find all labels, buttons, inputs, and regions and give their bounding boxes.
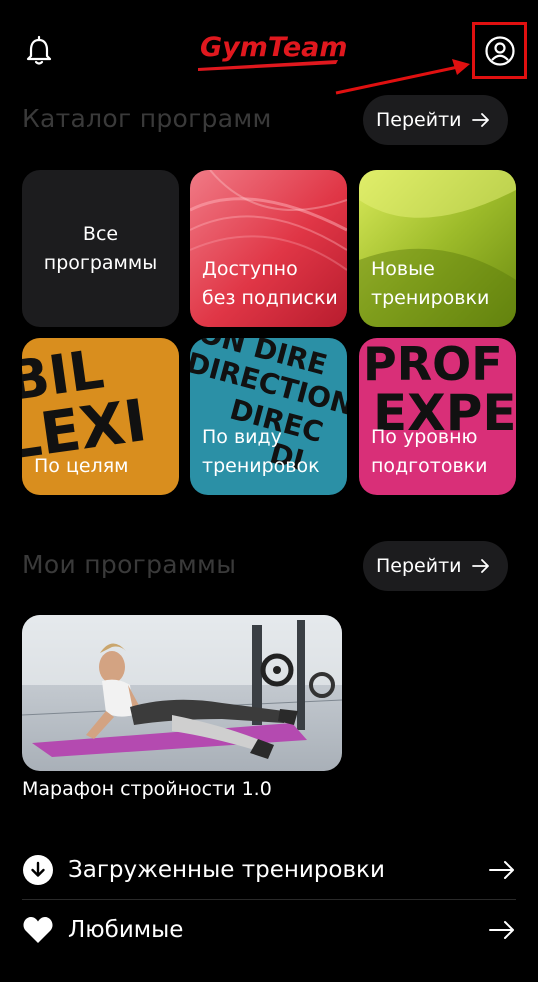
arrow-right-icon: [489, 861, 514, 879]
catalog-go-label: Перейти: [376, 109, 462, 131]
catalog-title: Каталог программ: [22, 104, 272, 133]
profile-button[interactable]: [472, 22, 527, 79]
my-programs-title: Мои программы: [22, 550, 237, 579]
divider: [22, 899, 516, 900]
tile-by-level[interactable]: PROF EXPE По уровню подготовки: [359, 338, 516, 495]
arrow-right-icon: [471, 559, 489, 573]
tile-label: По уровню подготовки: [371, 426, 488, 477]
my-programs-go-button[interactable]: Перейти: [363, 541, 508, 591]
tile-label: Все программы: [43, 222, 158, 274]
favorites-row[interactable]: Любимые: [22, 901, 516, 959]
favorites-label: Любимые: [68, 917, 184, 943]
tile-free-access[interactable]: Доступно без подписки: [190, 170, 347, 327]
tile-label: Новые тренировки: [371, 258, 490, 309]
tile-by-type[interactable]: ON DIRE DIRECTION DIREC DI По виду трени…: [190, 338, 347, 495]
profile-icon: [484, 35, 515, 66]
program-card[interactable]: [22, 615, 342, 771]
downloaded-workouts-label: Загруженные тренировки: [68, 857, 385, 883]
arrow-right-icon: [489, 921, 514, 939]
my-programs-go-label: Перейти: [376, 555, 462, 577]
heart-icon: [22, 914, 54, 946]
tile-label: По целям: [34, 455, 129, 477]
logo-text: GymTeam: [200, 32, 346, 63]
downloaded-workouts-row[interactable]: Загруженные тренировки: [22, 841, 516, 899]
catalog-go-button[interactable]: Перейти: [363, 95, 508, 145]
tile-all-programs[interactable]: Все программы: [22, 170, 179, 327]
tile-by-goals[interactable]: BIL LEXI По целям: [22, 338, 179, 495]
notifications-bell-icon[interactable]: [22, 34, 56, 68]
download-icon: [22, 854, 54, 886]
tile-label: Доступно без подписки: [202, 258, 338, 309]
program-title: Марафон стройности 1.0: [22, 778, 272, 800]
program-image: [22, 615, 342, 771]
annotation-arrow: [335, 59, 470, 95]
gymteam-logo: GymTeam: [196, 24, 348, 74]
tile-new-workouts[interactable]: Новые тренировки: [359, 170, 516, 327]
header: GymTeam: [0, 0, 538, 100]
tile-label: По виду тренировок: [202, 426, 320, 477]
arrow-right-icon: [471, 113, 489, 127]
